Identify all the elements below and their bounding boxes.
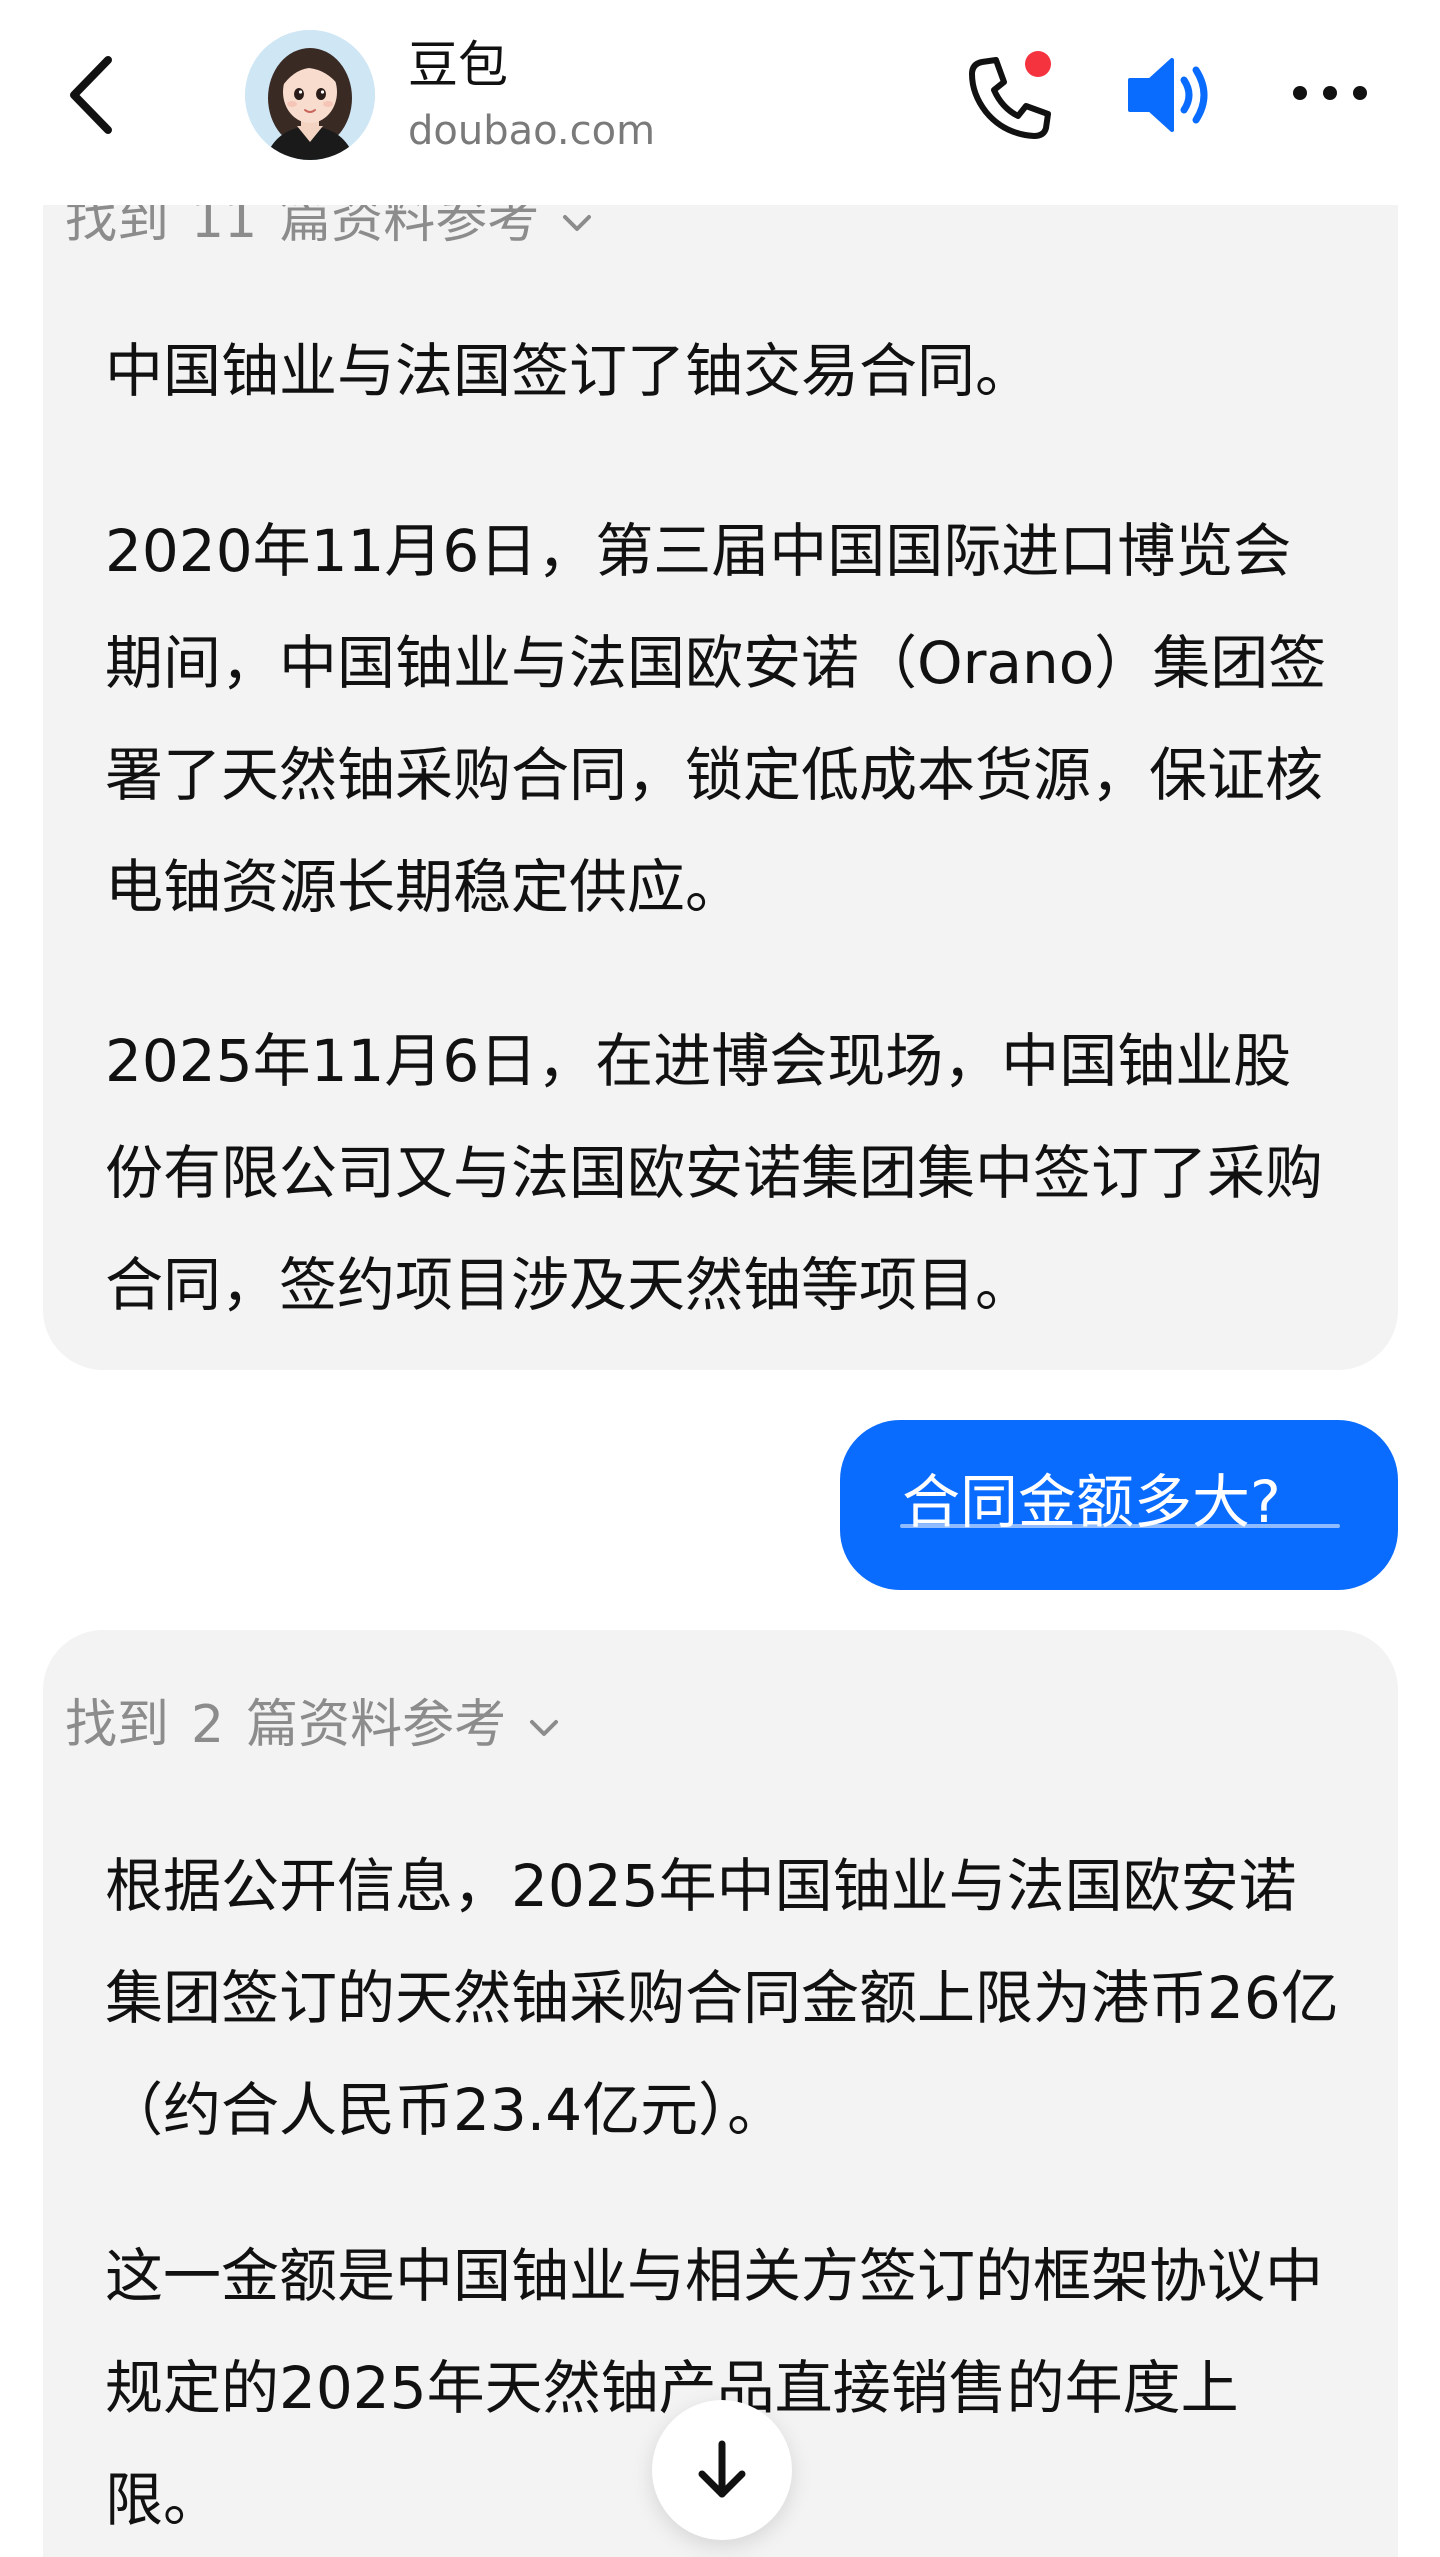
message-paragraph: 中国铀业与法国签订了铀交易合同。 bbox=[105, 337, 1034, 405]
refs-prefix: 找到 bbox=[65, 1695, 170, 1755]
references-toggle[interactable]: 找到 2 篇资料参考 bbox=[65, 1690, 562, 1760]
phone-badge bbox=[1025, 51, 1051, 77]
avatar[interactable] bbox=[245, 30, 375, 160]
more-icon bbox=[1293, 86, 1367, 100]
scroll-to-bottom-button[interactable] bbox=[652, 2400, 792, 2540]
phone-button[interactable] bbox=[960, 48, 1060, 148]
speaker-button[interactable] bbox=[1120, 50, 1220, 140]
chat-subtitle: doubao.com bbox=[408, 108, 656, 154]
chat-title: 豆包 bbox=[408, 36, 508, 94]
chat-screen: 豆包 doubao.com 找到 11 篇资料参考 中国铀业与法国签订了铀交易合… bbox=[0, 0, 1440, 2557]
phone-icon bbox=[969, 51, 1051, 139]
message-paragraph: 2025年11月6日，在进博会现场，中国铀业股份有限公司又与法国欧安诺集团集中签… bbox=[105, 1027, 1324, 1319]
arrow-down-icon bbox=[698, 2440, 746, 2498]
refs-count: 2 bbox=[191, 1695, 225, 1755]
message-paragraph: 2020年11月6日，第三届中国国际进口博览会期间，中国铀业与法国欧安诺（Ora… bbox=[105, 517, 1327, 921]
refs-suffix: 篇资料参考 bbox=[246, 1695, 507, 1755]
back-button[interactable] bbox=[58, 50, 130, 140]
more-button[interactable] bbox=[1290, 78, 1370, 108]
speaker-icon bbox=[1128, 58, 1208, 132]
avatar-illustration bbox=[245, 30, 375, 160]
chevron-down-icon bbox=[563, 215, 592, 231]
message-paragraph: 根据公开信息，2025年中国铀业与法国欧安诺集团签订的天然铀采购合同金额上限为港… bbox=[105, 1852, 1339, 2144]
chevron-down-icon bbox=[530, 1720, 559, 1736]
user-message-bubble: 合同金额多大? bbox=[840, 1420, 1398, 1590]
chat-header: 豆包 doubao.com bbox=[0, 0, 1440, 205]
chevron-left-icon bbox=[70, 56, 112, 134]
text-selection-underline bbox=[900, 1524, 1340, 1528]
